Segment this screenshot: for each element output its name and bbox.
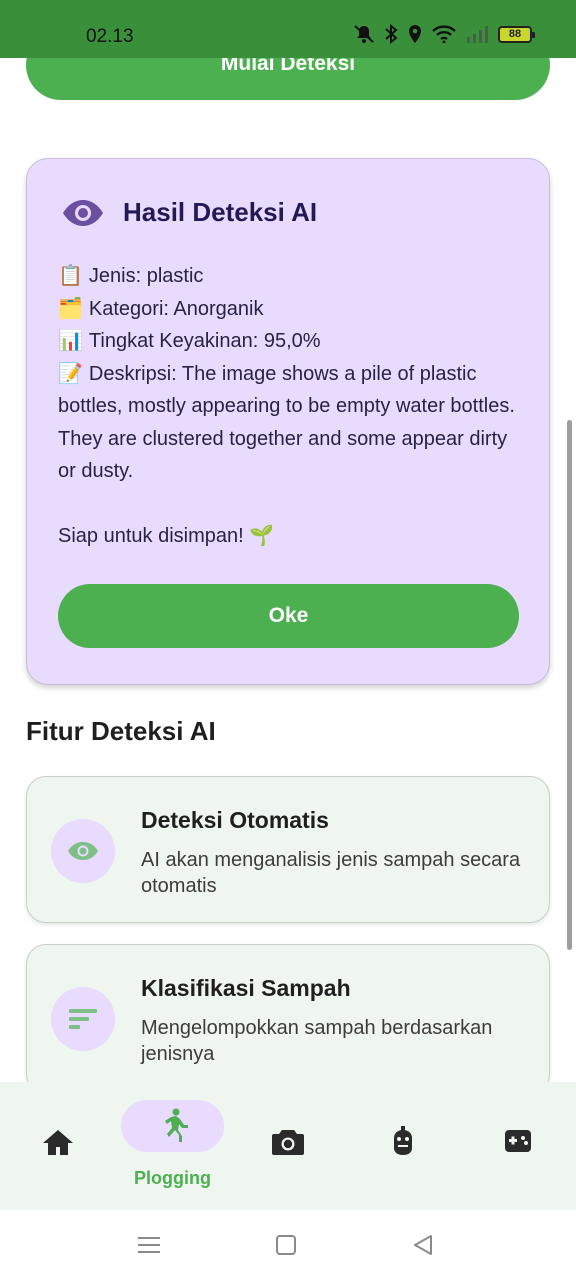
feature-title: Deteksi Otomatis (141, 807, 329, 833)
feature-description: AI akan menganalisis jenis sampah secara… (141, 849, 521, 897)
eye-icon (61, 198, 105, 228)
result-title: Hasil Deteksi AI (123, 197, 318, 227)
type-line: 📋 Jenis: plastic (58, 265, 204, 287)
nav-camera[interactable] (230, 1082, 345, 1210)
eye-icon (51, 819, 115, 883)
feature-description: Mengelompokkan sampah berdasarkan jenisn… (141, 1017, 493, 1065)
nav-home[interactable] (0, 1082, 115, 1210)
system-navigation-bar (0, 1210, 576, 1280)
gamepad-icon (504, 1128, 532, 1159)
category-line: 🗂️ Kategori: Anorganik (58, 297, 264, 320)
feature-title: Klasifikasi Sampah (141, 975, 351, 1001)
bluetooth-icon (384, 24, 398, 44)
nav-label: Plogging (134, 1168, 211, 1188)
status-time-overlay: 02.13 (86, 26, 134, 47)
bottom-navigation: Plogging (0, 1082, 576, 1210)
features-section-title: Fitur Deteksi AI (26, 716, 216, 746)
home-icon (42, 1128, 74, 1161)
running-icon (158, 1108, 188, 1147)
nav-plogging[interactable]: Plogging (115, 1082, 230, 1210)
feature-card-classification[interactable]: Klasifikasi Sampah Mengelompokkan sampah… (26, 944, 550, 1094)
folder-icon: 🗂️ (58, 297, 83, 320)
sort-icon (51, 987, 115, 1051)
status-bar-overlay: 02.13 88 (0, 0, 576, 58)
nav-robot[interactable] (345, 1082, 460, 1210)
detection-result-card: Hasil Deteksi AI 📋 Jenis: plastic 🗂️ Kateg… (26, 158, 550, 685)
ok-button[interactable]: Oke (58, 584, 519, 648)
home-square-icon[interactable] (276, 1234, 296, 1261)
signal-icon (465, 25, 489, 43)
confidence-line: 📊 Tingkat Keyakinan: 95,0% (58, 330, 321, 352)
back-icon[interactable] (412, 1234, 434, 1261)
mute-icon (353, 24, 375, 44)
nav-game[interactable] (460, 1082, 575, 1210)
wifi-icon (432, 25, 456, 43)
result-body: 📋 Jenis: plastic 🗂️ Kategori: Anorganik 📊 T… (58, 260, 528, 552)
status-icons-overlay: 88 (353, 24, 535, 44)
clipboard-icon: 📋 (58, 265, 83, 287)
result-header: Hasil Deteksi AI (61, 197, 317, 228)
bar-chart-icon: 📊 (58, 330, 83, 352)
ready-line: Siap untuk disimpan! 🌱 (58, 524, 275, 547)
memo-icon: 📝 (58, 362, 83, 385)
menu-icon[interactable] (138, 1234, 160, 1261)
battery-icon: 88 (498, 25, 535, 43)
robot-icon (392, 1126, 414, 1163)
feature-card-auto-detect[interactable]: Deteksi Otomatis AI akan menganalisis je… (26, 776, 550, 923)
description-line: 📝 Deskripsi: The image shows a pile of pl… (58, 362, 515, 483)
scrollbar[interactable] (567, 420, 572, 950)
location-icon (407, 24, 423, 44)
camera-icon (271, 1128, 305, 1161)
